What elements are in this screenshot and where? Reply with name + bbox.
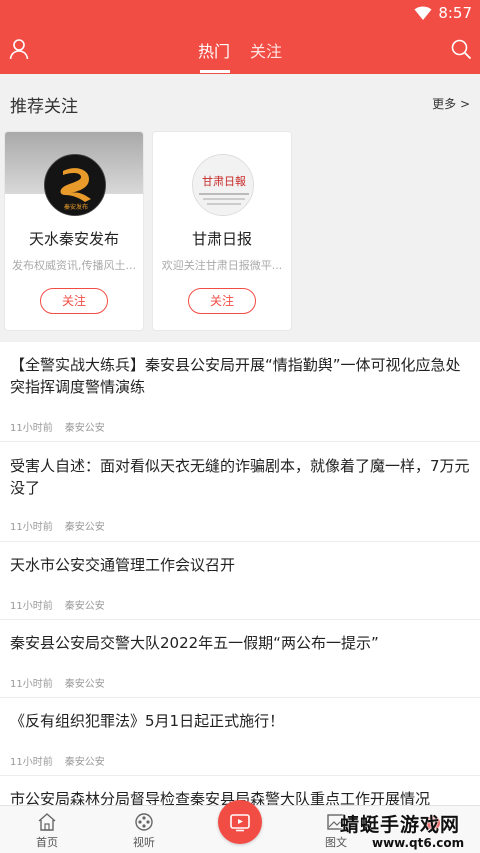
news-meta: 11小时前 秦安公安 bbox=[10, 675, 105, 690]
news-title: 《反有组织犯罪法》5月1日起正式施行！ bbox=[10, 712, 285, 730]
watermark-url: www.qt6.com bbox=[372, 836, 465, 850]
news-meta: 11小时前 秦安公安 bbox=[10, 753, 105, 768]
card-name: 天水秦安发布 bbox=[28, 230, 119, 248]
news-meta: 11小时前 秦安公安 bbox=[10, 518, 105, 533]
nav-home[interactable]: 首页 bbox=[17, 812, 77, 850]
tv-button[interactable] bbox=[218, 800, 262, 844]
nav-av[interactable]: 视听 bbox=[114, 812, 174, 850]
news-time: 11小时前 bbox=[10, 757, 53, 768]
news-item[interactable]: 秦安县公安局交警大队2022年五一假期“两公布一提示” 11小时前 秦安公安 bbox=[0, 620, 480, 698]
news-meta: 11小时前 秦安公安 bbox=[10, 419, 105, 434]
card-desc: 欢迎关注甘肃日报微平... bbox=[161, 259, 283, 272]
watermark-title: 蜻蜓手游戏网 bbox=[340, 814, 461, 836]
tianshui-logo: 秦安发布 bbox=[44, 154, 106, 216]
follow-button[interactable]: 关注 bbox=[188, 288, 256, 314]
news-list: 【全警实战大练兵】秦安县公安局开展“情指勤舆”一体可视化应急处突指挥调度警情演练… bbox=[0, 342, 480, 805]
news-title: 天水市公安交通管理工作会议召开 bbox=[10, 556, 236, 574]
news-title: 秦安县公安局交警大队2022年五一假期“两公布一提示” bbox=[10, 634, 379, 652]
recommend-section: 推荐关注 更多 > 秦安发布 天水秦安发布 发布权威资讯,传播风土... 关注 … bbox=[0, 74, 480, 342]
more-link[interactable]: 更多 > bbox=[432, 95, 470, 112]
news-item[interactable]: 天水市公安交通管理工作会议召开 11小时前 秦安公安 bbox=[0, 542, 480, 620]
news-time: 11小时前 bbox=[10, 423, 53, 434]
logo-text: 甘肃日報 bbox=[202, 175, 246, 188]
news-source: 秦安公安 bbox=[64, 757, 105, 768]
news-source: 秦安公安 bbox=[64, 522, 105, 533]
tv-icon bbox=[230, 814, 250, 832]
news-item[interactable]: 《反有组织犯罪法》5月1日起正式施行！ 11小时前 秦安公安 bbox=[0, 698, 480, 776]
recommend-title: 推荐关注 bbox=[10, 97, 78, 117]
logo-text: 秦安发布 bbox=[64, 203, 88, 211]
tab-indicator bbox=[200, 70, 230, 73]
film-reel-icon bbox=[135, 813, 153, 831]
news-item[interactable]: 【全警实战大练兵】秦安县公安局开展“情指勤舆”一体可视化应急处突指挥调度警情演练… bbox=[0, 342, 480, 442]
header: 热门 关注 bbox=[0, 26, 480, 74]
nav-av-label: 视听 bbox=[133, 836, 155, 849]
nav-home-label: 首页 bbox=[36, 836, 58, 849]
tab-hot[interactable]: 热门 bbox=[198, 38, 230, 62]
search-icon[interactable] bbox=[450, 38, 472, 60]
news-item[interactable]: 受害人自述：面对看似天衣无缝的诈骗剧本，就像着了魔一样，7万元没了 11小时前秦… bbox=[0, 442, 480, 542]
account-card-gansu-daily[interactable]: 甘肃日報 甘肃日报 欢迎关注甘肃日报微平... 关注 bbox=[152, 131, 292, 331]
tab-follow[interactable]: 关注 bbox=[250, 38, 282, 62]
news-source: 秦安公安 bbox=[64, 601, 105, 612]
news-time: 11小时前 bbox=[10, 522, 53, 533]
news-time: 11小时前 bbox=[10, 601, 53, 612]
news-meta: 11小时前 秦安公安 bbox=[10, 597, 105, 612]
account-card-tianshui[interactable]: 秦安发布 天水秦安发布 发布权威资讯,传播风土... 关注 bbox=[4, 131, 144, 331]
status-time: 8:57 bbox=[438, 4, 472, 22]
news-title: 受害人自述：面对看似天衣无缝的诈骗剧本，就像着了魔一样，7万元没了 bbox=[10, 457, 470, 497]
home-icon bbox=[38, 813, 56, 831]
status-bar: 8:57 bbox=[0, 0, 480, 26]
gansu-daily-logo: 甘肃日報 bbox=[192, 154, 254, 216]
news-source: 秦安公安 bbox=[64, 679, 105, 690]
news-time: 11小时前 bbox=[10, 679, 53, 690]
follow-button[interactable]: 关注 bbox=[40, 288, 108, 314]
card-desc: 发布权威资讯,传播风土... bbox=[12, 259, 136, 272]
card-name: 甘肃日报 bbox=[191, 230, 252, 248]
watermark: 蜻蜓手游戏网 www.qt6.com bbox=[330, 808, 478, 852]
wifi-icon bbox=[414, 6, 432, 20]
news-title: 【全警实战大练兵】秦安县公安局开展“情指勤舆”一体可视化应急处突指挥调度警情演练 bbox=[10, 356, 461, 396]
top-tabs: 热门 关注 bbox=[0, 26, 480, 74]
news-source: 秦安公安 bbox=[64, 423, 105, 434]
